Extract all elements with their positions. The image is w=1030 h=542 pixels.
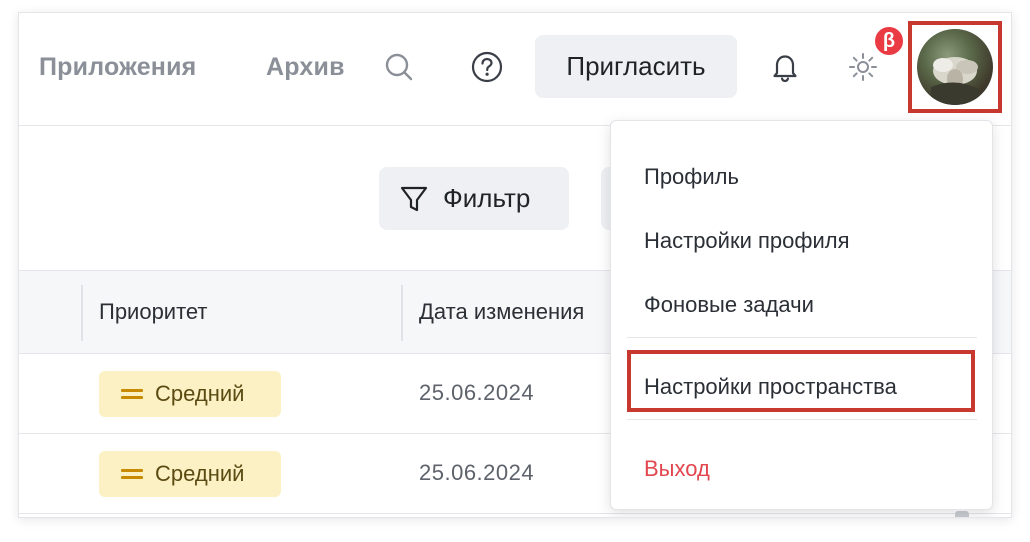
priority-label: Средний (155, 461, 245, 486)
column-header-priority[interactable]: Приоритет (99, 299, 208, 325)
bell-icon[interactable] (767, 49, 803, 85)
modified-date: 25.06.2024 (419, 380, 535, 405)
top-bar: Приложения Архив Пригласить β (19, 13, 1011, 126)
modified-date: 25.06.2024 (419, 460, 535, 485)
menu-divider (627, 337, 977, 338)
priority-medium-icon (121, 387, 143, 401)
column-header-modified-date[interactable]: Дата изменения (419, 299, 584, 325)
help-icon[interactable] (469, 49, 505, 85)
menu-item-profile[interactable]: Профиль (644, 164, 739, 190)
nav-archive[interactable]: Архив (266, 53, 345, 82)
app-window: Приложения Архив Пригласить β Фильтр При… (18, 12, 1012, 518)
menu-item-logout[interactable]: Выход (644, 456, 710, 482)
scrollbar[interactable] (955, 511, 969, 517)
invite-button[interactable]: Пригласить (535, 35, 737, 98)
filter-button[interactable]: Фильтр (379, 167, 569, 230)
menu-divider (627, 419, 977, 420)
priority-badge: Средний (99, 451, 281, 497)
priority-medium-icon (121, 467, 143, 481)
menu-item-background-tasks[interactable]: Фоновые задачи (644, 292, 814, 318)
filter-label: Фильтр (443, 183, 531, 213)
search-icon[interactable] (381, 49, 417, 85)
user-menu: Профиль Настройки профиля Фоновые задачи… (610, 120, 993, 510)
menu-item-profile-settings[interactable]: Настройки профиля (644, 228, 850, 254)
avatar (917, 29, 993, 105)
beta-badge: β (873, 25, 905, 57)
column-resize-handle[interactable] (81, 285, 83, 341)
priority-badge: Средний (99, 371, 281, 417)
column-resize-handle[interactable] (401, 285, 403, 341)
priority-label: Средний (155, 381, 245, 406)
user-avatar-button[interactable] (908, 21, 1002, 113)
theme-sun-icon[interactable] (845, 49, 881, 85)
filter-icon (400, 186, 428, 211)
nav-applications[interactable]: Приложения (39, 53, 196, 82)
menu-item-workspace-settings[interactable]: Настройки пространства (644, 374, 897, 400)
